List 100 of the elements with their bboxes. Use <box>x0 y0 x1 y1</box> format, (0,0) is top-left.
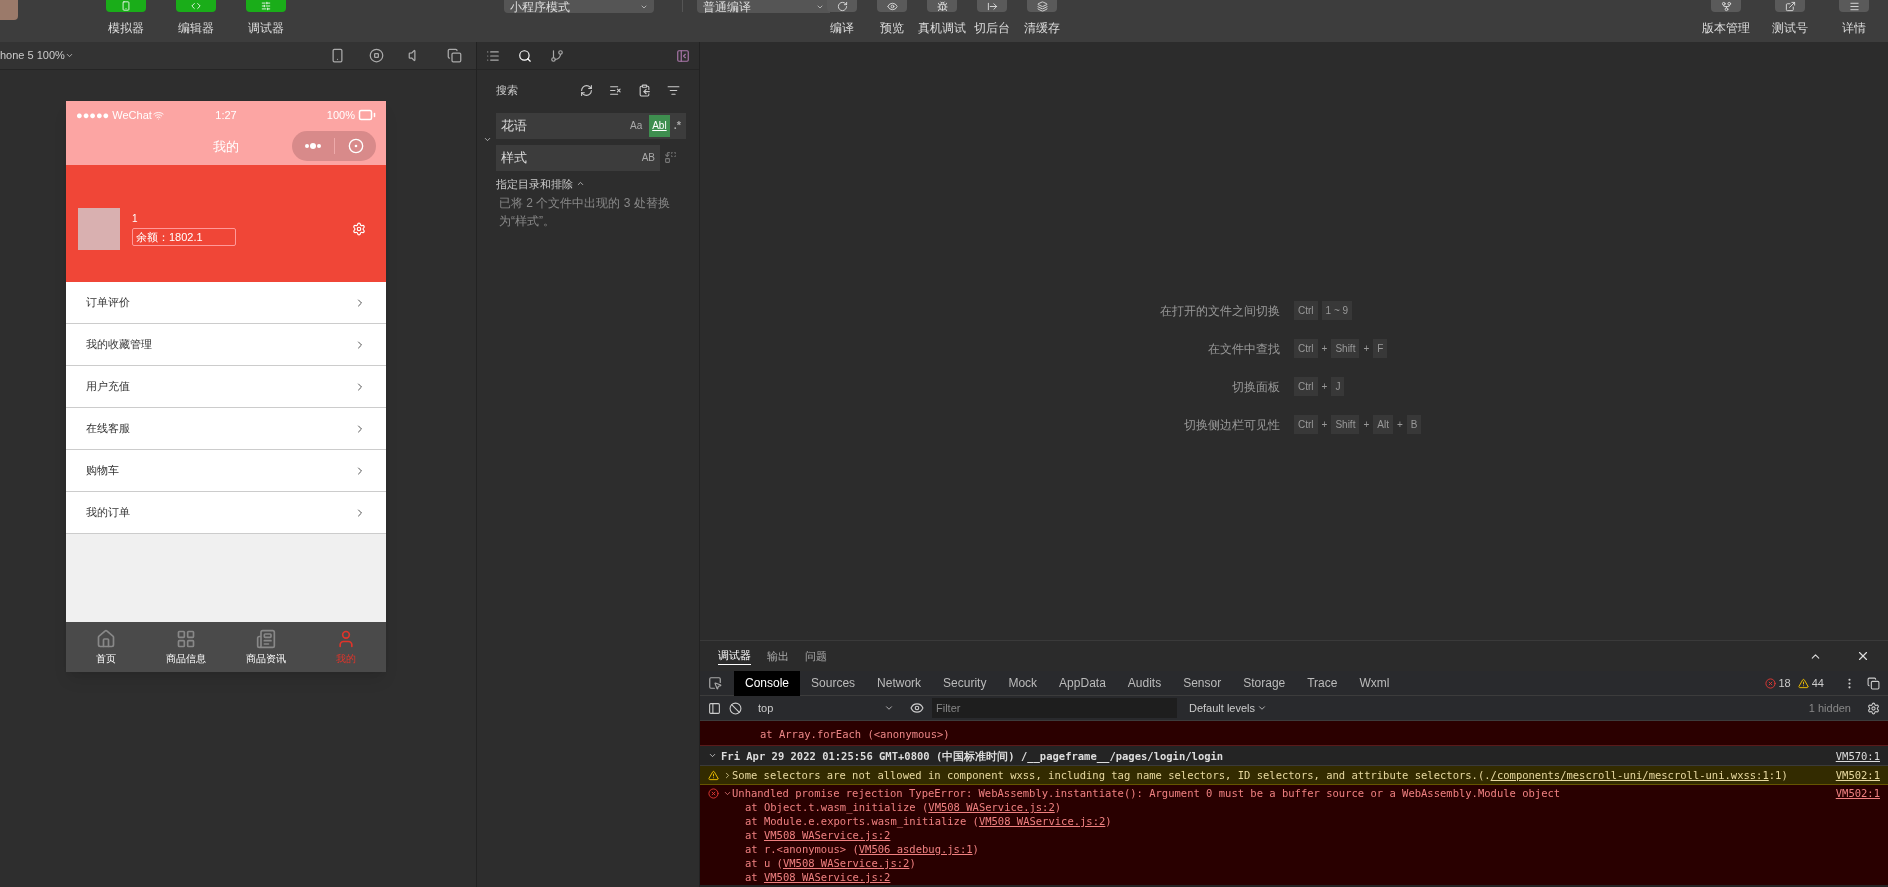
devtools-tab[interactable]: Sources <box>800 670 867 696</box>
source-link[interactable]: VM502:1 <box>1835 768 1880 782</box>
devtools-tab[interactable]: Network <box>866 670 933 696</box>
devtools-tab[interactable]: Audits <box>1116 670 1173 696</box>
source-link[interactable]: VM508 WAService.js:2 <box>978 815 1106 827</box>
view-icon <box>261 1 271 11</box>
toolbar-label: 真机调试 <box>918 20 966 37</box>
more-icon <box>304 143 323 149</box>
toolbar-button[interactable] <box>827 0 857 12</box>
window-icon[interactable] <box>447 48 462 63</box>
close-icon[interactable] <box>1856 649 1870 663</box>
toolbar-icon <box>836 0 848 12</box>
phone-icon[interactable] <box>330 48 345 63</box>
eye-icon[interactable] <box>910 701 924 715</box>
context-select[interactable]: top <box>758 699 894 717</box>
devtools-tab[interactable]: Wxml <box>1348 670 1401 696</box>
inspect-icon[interactable] <box>708 676 722 690</box>
toolbar-button[interactable] <box>1775 0 1805 12</box>
stack-line: at VM508 WAService.js:2 <box>744 870 892 884</box>
capsule-menu[interactable] <box>292 131 376 161</box>
expand-icon[interactable] <box>708 751 717 760</box>
tab-bar-item[interactable]: 商品资讯 <box>226 622 306 672</box>
panel-tab[interactable]: 输出 <box>767 647 789 665</box>
view-toggle[interactable] <box>106 0 146 12</box>
compile-select[interactable]: 普通编译 <box>697 0 830 13</box>
source-link[interactable]: VM508 WAService.js:2 <box>763 829 891 841</box>
regex-toggle[interactable]: .* <box>673 117 681 134</box>
clear-icon[interactable] <box>609 83 622 97</box>
preserve-case-toggle[interactable]: AB <box>641 150 655 165</box>
replace-all-icon[interactable] <box>664 151 677 164</box>
stack-line: at Array.forEach (<anonymous>) <box>760 728 950 740</box>
source-link[interactable]: VM508 WAService.js:2 <box>763 871 891 883</box>
devtools-tab[interactable]: Sensor <box>1172 670 1233 696</box>
toolbar-button[interactable] <box>1711 0 1741 12</box>
toolbar-label: 详情 <box>1842 20 1866 37</box>
refresh-icon[interactable] <box>580 83 593 97</box>
source-link[interactable]: /components/mescroll-uni/mescroll-uni.wxss:1 <box>1490 769 1769 781</box>
source-link[interactable]: VM508 WAService.js:2 <box>782 857 910 869</box>
stop-icon[interactable] <box>369 48 384 63</box>
replace-result-text: 已将 2 个文件中出现的 3 处替换为“样式”。 <box>499 195 671 230</box>
devtools-tab[interactable]: Security <box>932 670 998 696</box>
photo-placeholder <box>0 0 18 20</box>
toolbar-button[interactable] <box>927 0 957 12</box>
levels-select[interactable]: Default levels <box>1189 699 1268 717</box>
menu-item[interactable]: 购物车 <box>66 450 386 492</box>
panel-tab[interactable]: 问题 <box>805 647 827 665</box>
mode-select[interactable]: 小程序模式 <box>504 0 654 13</box>
dock-icon[interactable] <box>1867 676 1880 690</box>
replace-field[interactable]: 样式 AB <box>496 144 660 171</box>
menu-item[interactable]: 用户充值 <box>66 366 386 408</box>
key-cap: J <box>1331 377 1345 396</box>
search-option[interactable]: Aa <box>626 114 646 137</box>
clear-console-icon[interactable] <box>729 701 742 715</box>
toolbar-button[interactable] <box>877 0 907 12</box>
view-toggle[interactable] <box>176 0 216 12</box>
toolbar-label: 编译 <box>830 20 854 37</box>
source-link[interactable]: VM508 WAService.js:2 <box>928 801 1055 813</box>
list-icon[interactable] <box>486 48 500 63</box>
shortcut-label: 切换面板 <box>1231 378 1280 396</box>
shortcut-label: 切换侧边栏可见性 <box>1183 416 1280 434</box>
devtools-tab[interactable]: Storage <box>1232 670 1297 696</box>
view-label: 模拟器 <box>108 20 144 37</box>
devtools-tab[interactable]: Trace <box>1296 670 1349 696</box>
toolbar-icon <box>1784 0 1796 12</box>
menu-item[interactable]: 订单评价 <box>66 282 386 324</box>
find-field[interactable]: 花语 Aa Abl .* <box>496 112 686 139</box>
devtools-tab[interactable]: Mock <box>997 670 1049 696</box>
toolbar-button[interactable] <box>1027 0 1057 12</box>
include-exclude-toggle[interactable]: 指定目录和排除 <box>496 175 680 192</box>
search-option[interactable]: Abl <box>649 114 670 137</box>
tab-bar-item[interactable]: 首页 <box>66 622 146 672</box>
source-link[interactable]: VM506 asdebug.js:1 <box>858 843 973 855</box>
menu-item[interactable]: 我的订单 <box>66 492 386 534</box>
search-icon[interactable] <box>518 48 532 63</box>
caret-icon <box>1257 703 1268 713</box>
sidebar-icon[interactable] <box>708 701 721 715</box>
devtools-tab[interactable]: AppData <box>1048 670 1117 696</box>
menu-item[interactable]: 在线客服 <box>66 408 386 450</box>
copy-icon[interactable] <box>638 83 651 97</box>
source-link[interactable]: VM570:1 <box>1835 748 1880 763</box>
toolbar-icon <box>1720 0 1732 12</box>
source-link[interactable]: VM502:1 <box>1835 786 1880 884</box>
view-toggle[interactable] <box>246 0 286 12</box>
panel-tab[interactable]: 调试器 <box>718 647 751 665</box>
menu-item[interactable]: 我的收藏管理 <box>66 324 386 366</box>
key-cap: B <box>1406 415 1422 434</box>
device-select[interactable]: hone 5 100% <box>0 47 74 64</box>
branch-icon[interactable] <box>550 48 564 63</box>
error-count: 18 <box>1778 675 1791 691</box>
tab-bar-item[interactable]: 商品信息 <box>146 622 226 672</box>
tab-icon <box>256 628 276 649</box>
plus-text: + <box>1363 342 1370 356</box>
toolbar-button[interactable] <box>1839 0 1869 12</box>
devtools-tab[interactable]: Console <box>734 670 801 696</box>
collapse-icon[interactable] <box>676 48 690 63</box>
toolbar-button[interactable] <box>977 0 1007 12</box>
plus-text: + <box>1363 418 1370 432</box>
collapse-all-icon[interactable] <box>667 83 680 97</box>
filter-field[interactable]: Filter <box>932 698 1177 718</box>
settings-icon[interactable] <box>1867 701 1880 715</box>
